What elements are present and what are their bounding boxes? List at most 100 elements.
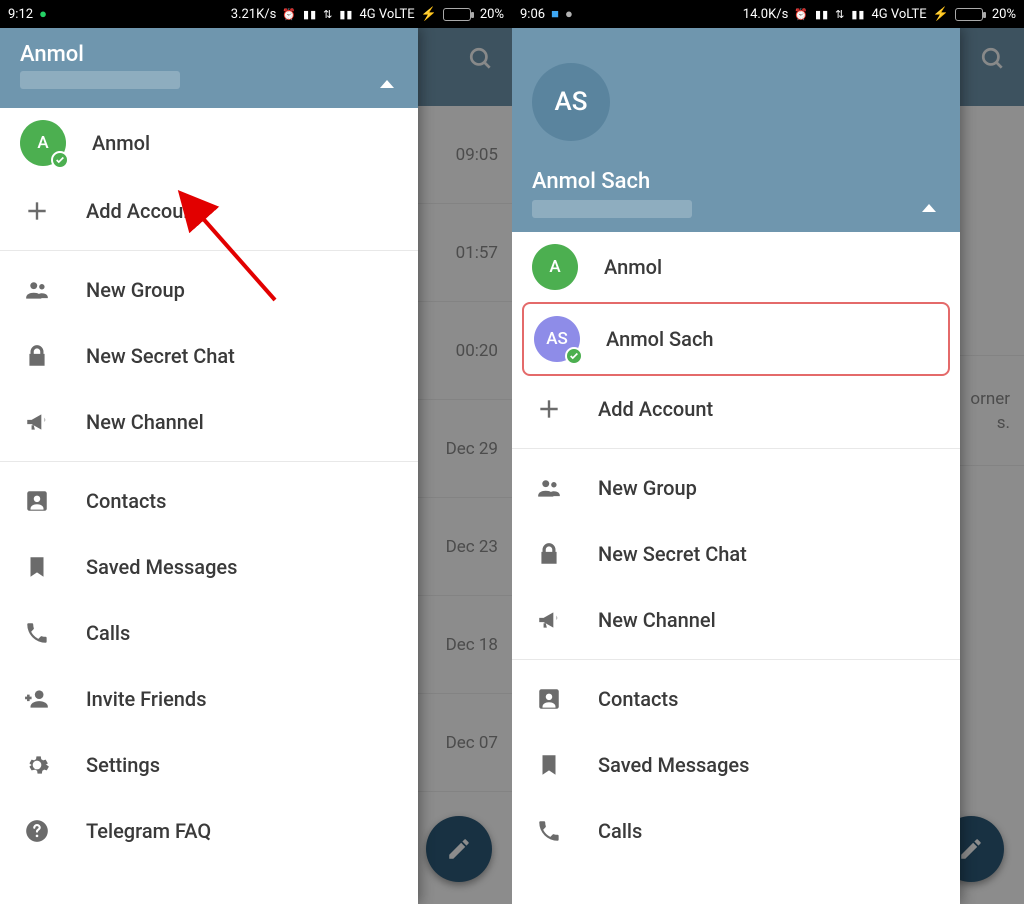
battery-icon (443, 8, 474, 21)
signal-icon: ▮▮ (303, 8, 317, 21)
header-name: Anmol Sach (532, 169, 940, 194)
charge-icon: ⚡ (421, 7, 437, 22)
drawer-menu: A Anmol Add Account New Group (0, 108, 418, 904)
contacts-item[interactable]: Contacts (512, 666, 960, 732)
person-add-icon (22, 684, 52, 714)
menu-label: New Channel (598, 608, 716, 632)
phone-icon (534, 816, 564, 846)
drawer-header[interactable]: AS Anmol Sach (512, 28, 960, 232)
help-icon (22, 816, 52, 846)
check-icon (565, 347, 583, 365)
caret-up-icon[interactable] (380, 80, 394, 88)
status-speed: 14.0K/s (743, 7, 789, 22)
alarm-icon: ⏰ (794, 8, 809, 21)
phone-icon (22, 618, 52, 648)
menu-label: Saved Messages (598, 753, 749, 777)
account-item[interactable]: A Anmol (512, 232, 960, 302)
signal-icon-2: ▮▮ (851, 8, 865, 21)
menu-label: Settings (86, 753, 160, 777)
menu-label: Calls (86, 621, 130, 645)
group-icon (534, 473, 564, 503)
new-channel-item[interactable]: New Channel (0, 389, 418, 455)
divider (0, 461, 418, 462)
battery-icon (955, 8, 986, 21)
new-secret-chat-item[interactable]: New Secret Chat (512, 521, 960, 587)
divider (512, 659, 960, 660)
phone-screenshot-left: 9:12 ● 3.21K/s ⏰ ▮▮ ⇅ ▮▮ 4G VoLTE ⚡ 20% … (0, 0, 512, 904)
calls-item[interactable]: Calls (0, 600, 418, 666)
alarm-icon: ⏰ (282, 8, 297, 21)
status-speed: 3.21K/s (231, 7, 277, 22)
saved-messages-item[interactable]: Saved Messages (512, 732, 960, 798)
status-net: 4G VoLTE (871, 7, 926, 22)
new-group-item[interactable]: New Group (0, 257, 418, 323)
annotation-highlight: AS Anmol Sach (522, 302, 950, 376)
header-name: Anmol (20, 42, 398, 67)
account-item[interactable]: A Anmol (0, 108, 418, 178)
navigation-drawer: AS Anmol Sach A Anmol AS Anmol Sach (512, 28, 960, 904)
menu-label: Add Account (86, 199, 201, 223)
drawer-header[interactable]: Anmol (0, 28, 418, 108)
phone-screenshot-right: 9:06 ■ ● 14.0K/s ⏰ ▮▮ ⇅ ▮▮ 4G VoLTE ⚡ 20… (512, 0, 1024, 904)
megaphone-icon (22, 407, 52, 437)
bookmark-icon (534, 750, 564, 780)
whatsapp-icon: ● (39, 6, 47, 22)
check-icon (51, 151, 69, 169)
account-name: Anmol (604, 255, 662, 279)
caret-up-icon[interactable] (922, 204, 936, 212)
menu-label: Contacts (86, 489, 166, 513)
status-dot-icon: ● (565, 6, 573, 22)
plus-icon (534, 394, 564, 424)
account-item-active[interactable]: AS Anmol Sach (524, 304, 948, 374)
new-group-item[interactable]: New Group (512, 455, 960, 521)
status-net: 4G VoLTE (359, 7, 414, 22)
telegram-faq-item[interactable]: Telegram FAQ (0, 798, 418, 864)
megaphone-icon (534, 605, 564, 635)
search-icon[interactable] (980, 46, 1006, 72)
saved-messages-item[interactable]: Saved Messages (0, 534, 418, 600)
new-secret-chat-item[interactable]: New Secret Chat (0, 323, 418, 389)
divider (0, 250, 418, 251)
avatar: A (20, 120, 66, 166)
compose-fab[interactable] (426, 816, 492, 882)
status-time: 9:12 (8, 7, 33, 22)
status-dot-icon: ■ (551, 6, 559, 22)
invite-friends-item[interactable]: Invite Friends (0, 666, 418, 732)
group-icon (22, 275, 52, 305)
search-icon[interactable] (468, 46, 494, 72)
add-account-item[interactable]: Add Account (0, 178, 418, 244)
menu-label: New Group (86, 278, 185, 302)
arrows-icon: ⇅ (323, 8, 333, 21)
arrows-icon: ⇅ (835, 8, 845, 21)
status-bar: 9:12 ● 3.21K/s ⏰ ▮▮ ⇅ ▮▮ 4G VoLTE ⚡ 20% (0, 0, 512, 28)
status-bar: 9:06 ■ ● 14.0K/s ⏰ ▮▮ ⇅ ▮▮ 4G VoLTE ⚡ 20… (512, 0, 1024, 28)
lock-icon (22, 341, 52, 371)
signal-icon-2: ▮▮ (339, 8, 353, 21)
drawer-menu: A Anmol AS Anmol Sach Add Account (512, 232, 960, 904)
bookmark-icon (22, 552, 52, 582)
signal-icon: ▮▮ (815, 8, 829, 21)
status-battery: 20% (480, 7, 504, 22)
lock-icon (534, 539, 564, 569)
settings-item[interactable]: Settings (0, 732, 418, 798)
menu-label: Contacts (598, 687, 678, 711)
new-channel-item[interactable]: New Channel (512, 587, 960, 653)
menu-label: New Group (598, 476, 697, 500)
header-subtitle-redacted (532, 200, 692, 218)
account-name: Anmol Sach (606, 327, 714, 351)
avatar: AS (534, 316, 580, 362)
menu-label: Saved Messages (86, 555, 237, 579)
menu-label: Telegram FAQ (86, 819, 211, 843)
menu-label: New Secret Chat (598, 542, 747, 566)
gear-icon (22, 750, 52, 780)
calls-item[interactable]: Calls (512, 798, 960, 864)
plus-icon (22, 196, 52, 226)
add-account-item[interactable]: Add Account (512, 376, 960, 442)
divider (512, 448, 960, 449)
profile-avatar: AS (532, 63, 610, 141)
menu-label: Calls (598, 819, 642, 843)
contacts-item[interactable]: Contacts (0, 468, 418, 534)
person-icon (534, 684, 564, 714)
menu-label: Add Account (598, 397, 713, 421)
header-subtitle-redacted (20, 71, 180, 89)
